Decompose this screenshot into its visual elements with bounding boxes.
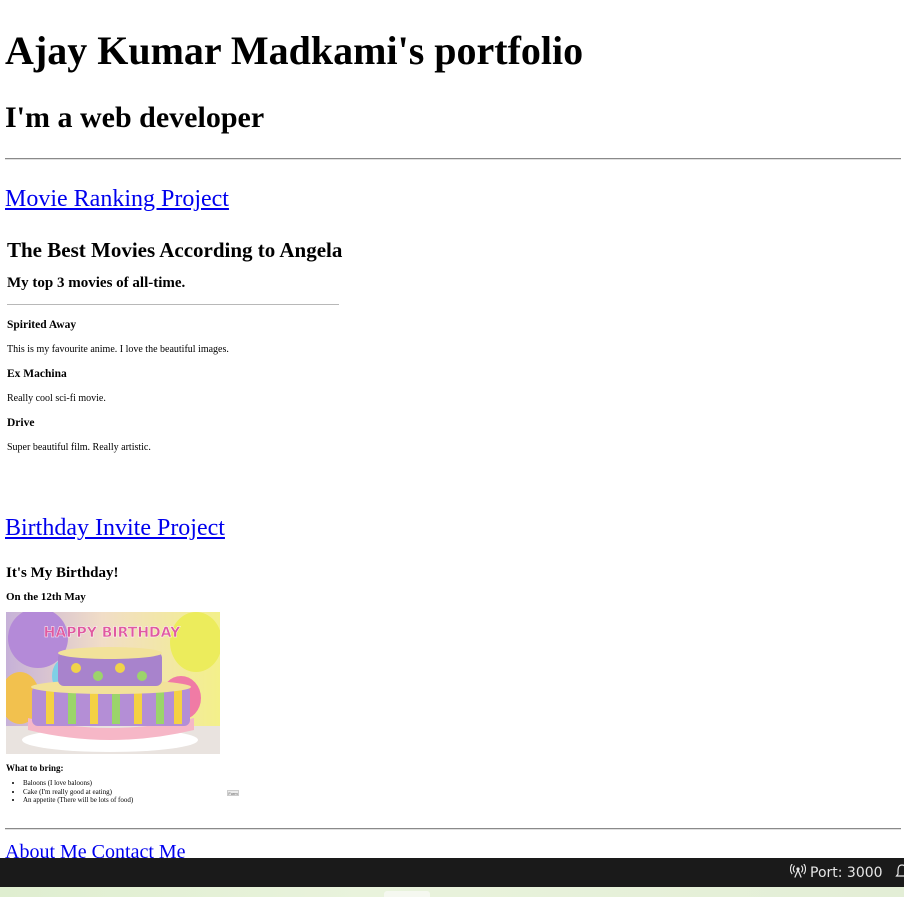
birthday-preview-title: It's My Birthday! xyxy=(6,565,119,581)
bell-icon[interactable] xyxy=(895,863,904,881)
list-item: An appetite (There will be lots of food) xyxy=(23,796,133,805)
divider xyxy=(5,828,901,830)
movie-title: Ex Machina xyxy=(7,368,67,380)
list-item: Cake (I'm really good at eating) xyxy=(23,788,133,797)
movie-preview-subtitle: My top 3 movies of all-time. xyxy=(7,275,186,291)
movie-description: This is my favourite anime. I love the b… xyxy=(7,344,229,355)
movie-title: Drive xyxy=(7,417,35,429)
movie-description: Really cool sci-fi movie. xyxy=(7,393,106,404)
page-title: Ajay Kumar Madkami's portfolio xyxy=(5,28,584,73)
birthday-invite-preview: It's My Birthday! On the 12th May HAPPY … xyxy=(5,565,345,815)
about-me-link[interactable]: About Me xyxy=(5,841,87,858)
movie-description: Super beautiful film. Really artistic. xyxy=(7,442,151,453)
cake-topper-text: HAPPY BIRTHDAY xyxy=(44,625,181,641)
taskbar xyxy=(0,887,904,897)
broadcast-icon xyxy=(789,863,807,883)
status-bar: Port: 3000 xyxy=(0,858,904,887)
bring-list: Baloons (I love baloons) Cake (I'm reall… xyxy=(13,779,133,805)
list-item: Baloons (I love baloons) xyxy=(23,779,133,788)
birthday-preview-date: On the 12th May xyxy=(6,591,86,603)
bring-heading: What to bring: xyxy=(6,763,64,773)
form-button[interactable]: Form xyxy=(227,790,239,796)
birthday-cake-image: HAPPY BIRTHDAY xyxy=(6,612,220,754)
footer-nav: About Me Contact Me xyxy=(5,840,186,858)
movie-ranking-project-link[interactable]: Movie Ranking Project xyxy=(5,185,229,213)
taskbar-item[interactable] xyxy=(384,891,430,897)
page-subtitle: I'm a web developer xyxy=(5,101,265,134)
birthday-invite-project-link[interactable]: Birthday Invite Project xyxy=(5,514,225,542)
movie-preview-title: The Best Movies According to Angela xyxy=(7,238,343,262)
port-label: Port: 3000 xyxy=(810,865,883,881)
movie-title: Spirited Away xyxy=(7,319,77,331)
contact-me-link[interactable]: Contact Me xyxy=(92,841,186,858)
movie-preview-divider xyxy=(7,304,339,305)
movie-ranking-preview: The Best Movies According to Angela My t… xyxy=(5,238,345,468)
divider xyxy=(5,158,901,160)
portfolio-page: Ajay Kumar Madkami's portfolio I'm a web… xyxy=(0,0,904,858)
port-status[interactable]: Port: 3000 xyxy=(789,863,883,883)
